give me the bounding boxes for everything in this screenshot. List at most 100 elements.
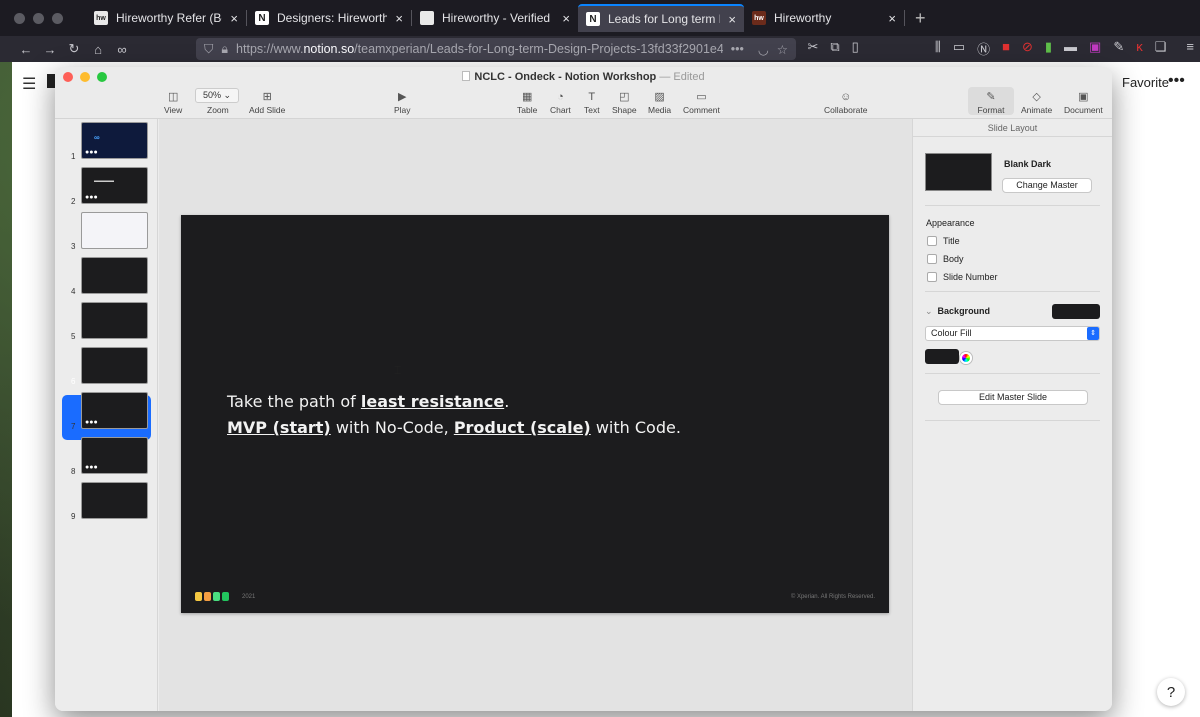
close-tab-icon[interactable]: × — [395, 11, 403, 26]
checkbox-box[interactable] — [927, 254, 937, 264]
slide-thumbnail-7[interactable]: ●●● — [81, 392, 148, 429]
cut-icon[interactable]: ✂ — [807, 39, 818, 58]
url-text[interactable]: https://www.notion.so/teamxperian/Leads-… — [236, 42, 723, 56]
tab-title: Leads for Long term Design Pro — [608, 12, 720, 26]
page-actions-icon[interactable]: ••• — [731, 42, 744, 56]
forward-arrow-icon[interactable]: → — [38, 42, 62, 57]
extension-chat-icon[interactable]: ❏ — [1155, 39, 1167, 58]
keynote-window: NCLC - Ondeck - Notion Workshop — Edited… — [55, 67, 1112, 711]
view-button[interactable]: ◫ View — [164, 89, 182, 115]
checkbox-box[interactable] — [927, 236, 937, 246]
comment-button[interactable]: ▭ Comment — [683, 89, 720, 115]
zoom-label: Zoom — [207, 105, 229, 115]
extension-pen-icon[interactable]: ⊘ — [1022, 39, 1033, 58]
slide-number-checkbox[interactable]: Slide Number — [927, 272, 998, 282]
title-checkbox[interactable]: Title — [927, 236, 960, 246]
back-arrow-icon[interactable]: ← — [14, 42, 38, 57]
chart-button[interactable]: ◔ Chart — [550, 89, 571, 115]
reload-icon[interactable]: ↻ — [62, 41, 86, 57]
hamburger-menu-icon[interactable]: ☰ — [22, 74, 36, 94]
extension-green-icon[interactable]: ▮ — [1045, 39, 1052, 58]
play-button[interactable]: ▶ Play — [394, 89, 411, 115]
navigation-bar: ← → ↻ ⌂ ∞ ⛉ 🔒︎ https://www.notion.so/tea… — [0, 36, 1200, 62]
extension-k-icon[interactable]: ĸ — [1136, 39, 1143, 58]
bookmark-star-icon[interactable]: ☆ — [777, 42, 788, 57]
master-thumbnail[interactable] — [925, 153, 992, 191]
slide-thumbnail-3[interactable] — [81, 212, 148, 249]
change-master-button[interactable]: Change Master — [1002, 178, 1092, 193]
library-icon[interactable]: ⫼ — [935, 39, 941, 58]
close-window-button[interactable] — [14, 12, 25, 24]
home-icon[interactable]: ⌂ — [86, 42, 110, 57]
extension-purple-icon[interactable]: ▣ — [1089, 39, 1101, 58]
pocket-icon[interactable]: ◡ — [758, 42, 769, 57]
toolbar-extensions: ✂ ⧉ ▯ ⫼ ▭ Ⓝ ■ ⊘ ▮ ▬ ▣ ✎ ĸ ❏ ≡ — [807, 39, 1194, 58]
favorite-button[interactable]: Favorite — [1122, 75, 1169, 90]
collaborate-button[interactable]: ☺ Collaborate — [824, 89, 867, 115]
color-wheel-icon[interactable] — [960, 352, 972, 364]
minimize-window-button[interactable] — [33, 12, 44, 24]
slide-navigator: ∞ ●●● 1 ▬▬▬▬ ●●● 2 3 4 5 6 ●●● 7 ●●● 8 9 — [55, 119, 158, 711]
slide-thumbnail-4[interactable] — [81, 257, 148, 294]
checkbox-box[interactable] — [927, 272, 937, 282]
slide-thumbnail-5[interactable] — [81, 302, 148, 339]
zoom-select[interactable]: 50% ⌄ — [195, 88, 239, 103]
tab-hireworthy[interactable]: hw Hireworthy × — [744, 4, 904, 32]
slide-number: 5 — [71, 332, 76, 341]
slide-thumbnail-6[interactable] — [81, 347, 148, 384]
text-button[interactable]: T Text — [584, 89, 600, 115]
sidebar-icon[interactable]: ▭ — [953, 39, 965, 58]
divider — [925, 291, 1100, 292]
tab-title: Hireworthy — [774, 11, 832, 25]
slide-thumbnail-8[interactable]: ●●● — [81, 437, 148, 474]
url-bar[interactable]: ⛉ 🔒︎ https://www.notion.so/teamxperian/L… — [196, 38, 796, 60]
extensions-icon[interactable]: ∞ — [110, 42, 134, 57]
close-tab-icon[interactable]: × — [728, 12, 736, 27]
animate-button[interactable]: ◇ Animate — [1021, 89, 1052, 115]
extension-pencil-icon[interactable]: ✎ — [1113, 39, 1124, 58]
xperian-logo — [195, 592, 229, 601]
tab-hireworthy-refer[interactable]: hw Hireworthy Refer (Beta) × — [86, 4, 246, 32]
extension-red-icon[interactable]: ■ — [1002, 39, 1010, 58]
new-tab-button[interactable]: + — [915, 8, 926, 29]
background-color-swatch[interactable] — [1052, 304, 1100, 319]
workspace-icon[interactable] — [47, 74, 55, 88]
current-slide[interactable]: Take the path of least resistance. MVP (… — [181, 215, 889, 613]
help-button[interactable]: ? — [1157, 678, 1185, 706]
tab-verified-designers[interactable]: Hireworthy - Verified Designers × — [412, 4, 578, 32]
extension-bar-icon[interactable]: ▬ — [1064, 39, 1077, 58]
background-disclosure[interactable]: ⌄ Background — [925, 306, 990, 317]
play-icon: ▶ — [398, 91, 407, 103]
document-title: NCLC - Ondeck - Notion Workshop — Edited — [55, 71, 1112, 83]
table-button[interactable]: ▦ Table — [517, 89, 537, 115]
format-button[interactable]: ✎ Format — [968, 87, 1014, 115]
more-options-button[interactable]: ••• — [1168, 72, 1185, 90]
shield-icon[interactable]: ⛉ — [204, 42, 213, 57]
close-tab-icon[interactable]: × — [230, 11, 238, 26]
slide-thumbnail-2[interactable]: ▬▬▬▬ ●●● — [81, 167, 148, 204]
edit-master-slide-button[interactable]: Edit Master Slide — [938, 390, 1088, 405]
slide-thumbnail-9[interactable] — [81, 482, 148, 519]
notion-extension-icon[interactable]: Ⓝ — [977, 39, 990, 58]
add-slide-button[interactable]: ⊞ Add Slide — [249, 89, 285, 115]
slide-thumbnail-1[interactable]: ∞ ●●● — [81, 122, 148, 159]
browser-window: hw Hireworthy Refer (Beta) × N Designers… — [0, 0, 1200, 717]
shape-button[interactable]: ◰ Shape — [612, 89, 637, 115]
close-tab-icon[interactable]: × — [888, 11, 896, 26]
menu-icon[interactable]: ≡ — [1186, 39, 1194, 58]
fill-type-select[interactable]: Colour Fill ⇕ — [925, 326, 1100, 341]
copy-icon[interactable]: ⧉ — [830, 39, 839, 58]
format-inspector: Slide Layout Blank Dark Change Master Ap… — [912, 119, 1112, 711]
document-button[interactable]: ▣ Document — [1064, 89, 1103, 115]
tab-leads-active[interactable]: N Leads for Long term Design Pro × — [578, 4, 744, 32]
slide-text-line-1[interactable]: Take the path of least resistance. — [227, 392, 509, 411]
paste-icon[interactable]: ▯ — [852, 39, 859, 58]
tab-designers[interactable]: N Designers: Hireworthy Refer × — [247, 4, 411, 32]
close-tab-icon[interactable]: × — [562, 11, 570, 26]
body-checkbox[interactable]: Body — [927, 254, 964, 264]
slide-text-line-2[interactable]: MVP (start) with No-Code, Product (scale… — [227, 418, 681, 437]
slide-canvas[interactable]: Take the path of least resistance. MVP (… — [159, 119, 912, 711]
zoom-window-button[interactable] — [52, 12, 63, 24]
media-button[interactable]: ▨ Media — [648, 89, 671, 115]
fill-color-well[interactable] — [925, 349, 959, 364]
